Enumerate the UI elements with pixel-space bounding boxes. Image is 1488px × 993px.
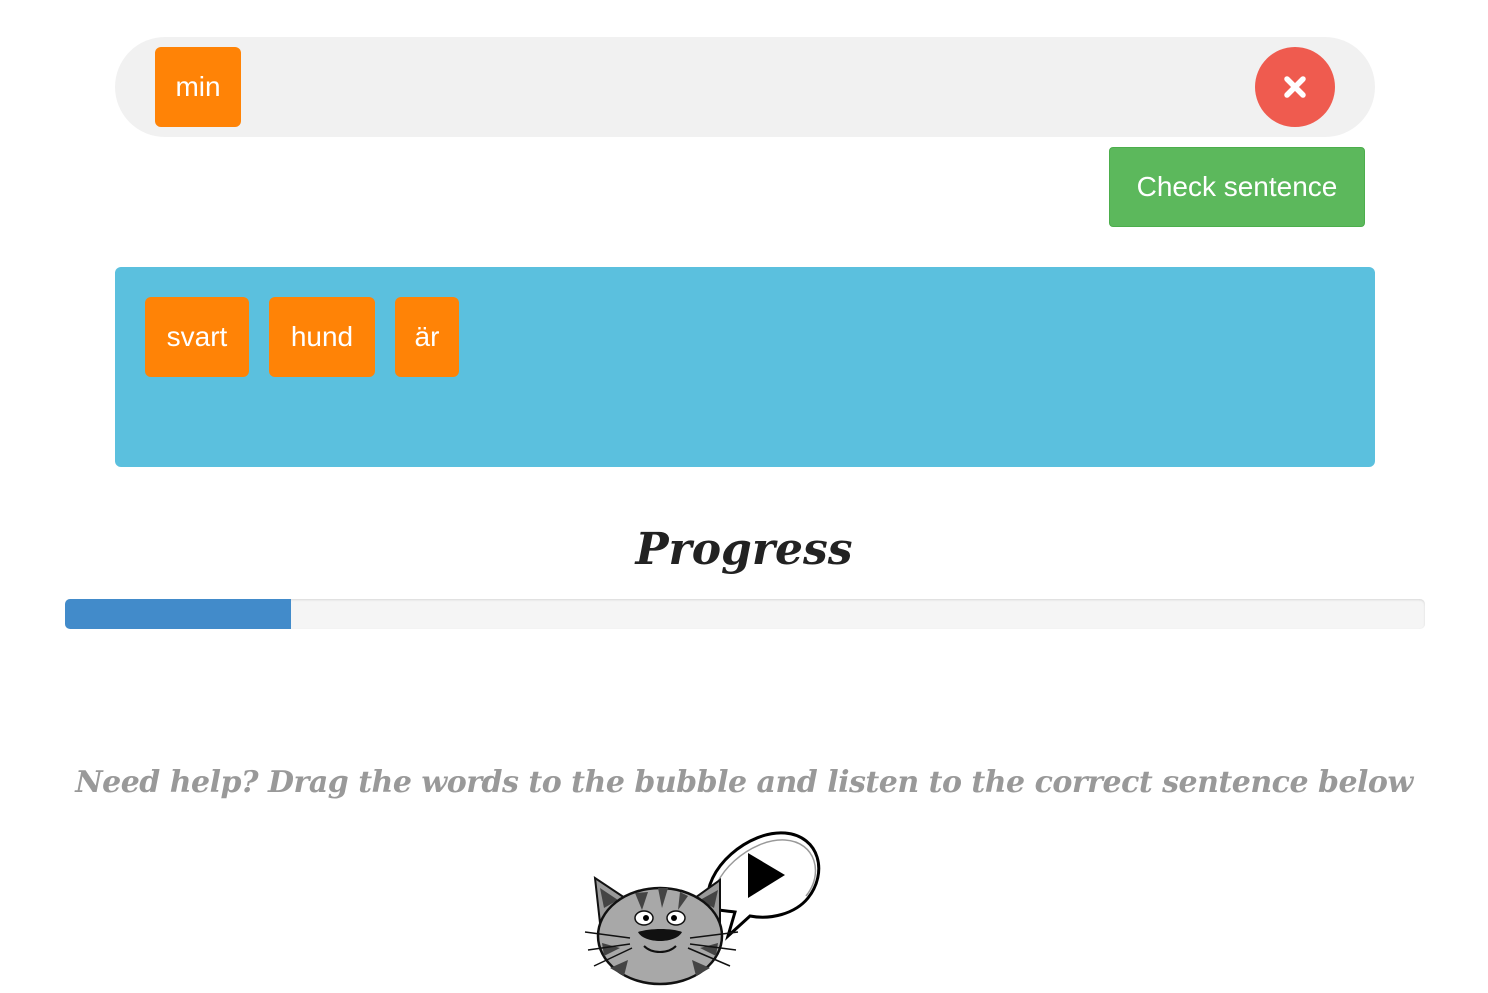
word-chip[interactable]: svart <box>145 297 249 377</box>
progress-bar-fill <box>65 599 291 629</box>
close-icon <box>1284 76 1306 98</box>
word-chip[interactable]: hund <box>269 297 375 377</box>
help-text: Need help? Drag the words to the bubble … <box>75 765 1413 800</box>
placed-word-chip[interactable]: min <box>155 47 241 127</box>
word-chip[interactable]: är <box>395 297 459 377</box>
word-bank[interactable]: svart hund är <box>115 267 1375 467</box>
sentence-drop-zone[interactable]: min <box>115 37 1375 137</box>
clear-sentence-button[interactable] <box>1255 47 1335 127</box>
progress-title: Progress <box>635 524 853 575</box>
cat-icon <box>584 875 739 986</box>
check-sentence-button[interactable]: Check sentence <box>1109 147 1365 227</box>
play-sentence-audio-button[interactable] <box>580 828 825 988</box>
progress-bar <box>65 599 1425 629</box>
